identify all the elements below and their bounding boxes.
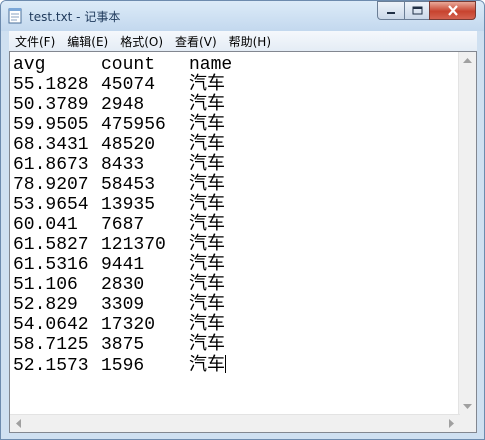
maximize-button[interactable] xyxy=(404,1,430,20)
count-value: 58453 xyxy=(101,175,156,195)
name-value: 汽车 xyxy=(189,315,225,335)
avg-value: 54.0642 xyxy=(13,315,89,335)
header-line: avg count name xyxy=(13,55,460,75)
name-value: 汽车 xyxy=(189,275,225,295)
name-value: 汽车 xyxy=(189,115,225,135)
count-value: 45074 xyxy=(101,75,156,95)
menu-file[interactable]: 文件(F) xyxy=(9,33,61,50)
avg-value: 61.5827 xyxy=(13,235,89,255)
count-value: 2830 xyxy=(101,275,145,295)
maximize-icon xyxy=(412,6,422,15)
text-line: 53.9654 13935 汽车 xyxy=(13,195,460,215)
name-value: 汽车 xyxy=(189,255,225,275)
scroll-up-arrow-icon[interactable] xyxy=(463,58,472,64)
scrollbar-corner xyxy=(459,415,476,432)
count-value: 3309 xyxy=(101,295,145,315)
text-lines: 55.1828 45074 汽车 50.3789 2948 汽车 59.9505 475956… xyxy=(13,75,460,376)
avg-value: 55.1828 xyxy=(13,75,89,95)
name-value: 汽车 xyxy=(189,75,225,95)
count-value: 13935 xyxy=(101,195,156,215)
text-line: 78.9207 58453 汽车 xyxy=(13,175,460,195)
text-line: 61.8673 8433 汽车 xyxy=(13,155,460,175)
count-value: 3875 xyxy=(101,335,145,355)
text-line: 55.1828 45074 汽车 xyxy=(13,75,460,95)
name-value: 汽车 xyxy=(189,335,225,355)
name-value: 汽车 xyxy=(189,135,225,155)
count-value: 48520 xyxy=(101,135,156,155)
menu-help[interactable]: 帮助(H) xyxy=(223,33,277,50)
menu-format[interactable]: 格式(O) xyxy=(114,33,169,50)
count-value: 7687 xyxy=(101,215,145,235)
close-button[interactable] xyxy=(429,1,476,20)
text-line: 61.5827 121370 汽车 xyxy=(13,235,460,255)
name-value: 汽车 xyxy=(189,356,225,376)
close-icon xyxy=(447,5,458,16)
count-value: 475956 xyxy=(101,115,166,135)
name-value: 汽车 xyxy=(189,95,225,115)
name-value: 汽车 xyxy=(189,155,225,175)
text-line: 58.7125 3875 汽车 xyxy=(13,335,460,355)
text-content[interactable]: avg count name 55.1828 45074 汽车 50.3789 2948 汽车… xyxy=(13,55,460,425)
avg-value: 59.9505 xyxy=(13,115,89,135)
text-line: 54.0642 17320 汽车 xyxy=(13,315,460,335)
notepad-icon xyxy=(8,8,22,24)
avg-value: 50.3789 xyxy=(13,95,89,115)
header-count: count xyxy=(101,55,156,75)
count-value: 2948 xyxy=(101,95,145,115)
text-line: 68.3431 48520 汽车 xyxy=(13,135,460,155)
count-value: 1596 xyxy=(101,356,145,376)
header-name: name xyxy=(189,55,233,75)
avg-value: 60.041 xyxy=(13,215,78,235)
menu-bar: 文件(F) 编辑(E) 格式(O) 查看(V) 帮助(H) xyxy=(9,31,477,51)
count-value: 8433 xyxy=(101,155,145,175)
text-line: 50.3789 2948 汽车 xyxy=(13,95,460,115)
count-value: 17320 xyxy=(101,315,156,335)
text-caret xyxy=(225,355,226,373)
menu-edit[interactable]: 编辑(E) xyxy=(61,33,114,50)
scroll-down-arrow-icon[interactable] xyxy=(463,403,472,409)
scroll-right-arrow-icon[interactable] xyxy=(448,419,454,428)
editor-area[interactable]: avg count name 55.1828 45074 汽车 50.3789 2948 汽车… xyxy=(9,51,477,433)
minimize-button[interactable] xyxy=(377,1,405,20)
count-value: 121370 xyxy=(101,235,166,255)
avg-value: 61.8673 xyxy=(13,155,89,175)
avg-value: 61.5316 xyxy=(13,255,89,275)
horizontal-scrollbar[interactable] xyxy=(10,414,460,432)
vertical-scrollbar[interactable] xyxy=(458,52,476,415)
avg-value: 51.106 xyxy=(13,275,78,295)
scroll-left-arrow-icon[interactable] xyxy=(16,419,22,428)
window-title: test.txt - 记事本 xyxy=(29,10,121,24)
name-value: 汽车 xyxy=(189,235,225,255)
header-avg: avg xyxy=(13,55,46,75)
name-value: 汽车 xyxy=(189,175,225,195)
name-value: 汽车 xyxy=(189,215,225,235)
notepad-window: test.txt - 记事本 文件(F) 编辑(E) 格式(O) 查看(V) 帮… xyxy=(0,0,485,440)
avg-value: 53.9654 xyxy=(13,195,89,215)
title-bar[interactable]: test.txt - 记事本 xyxy=(1,1,484,31)
text-line: 51.106 2830 汽车 xyxy=(13,275,460,295)
text-line: 61.5316 9441 汽车 xyxy=(13,255,460,275)
text-line: 52.829 3309 汽车 xyxy=(13,295,460,315)
avg-value: 52.829 xyxy=(13,295,78,315)
name-value: 汽车 xyxy=(189,195,225,215)
avg-value: 78.9207 xyxy=(13,175,89,195)
text-line: 60.041 7687 汽车 xyxy=(13,215,460,235)
avg-value: 68.3431 xyxy=(13,135,89,155)
text-line: 52.1573 1596 汽车 xyxy=(13,355,460,376)
count-value: 9441 xyxy=(101,255,145,275)
avg-value: 58.7125 xyxy=(13,335,89,355)
minimize-icon xyxy=(387,11,395,14)
avg-value: 52.1573 xyxy=(13,356,89,376)
text-line: 59.9505 475956 汽车 xyxy=(13,115,460,135)
menu-view[interactable]: 查看(V) xyxy=(169,33,223,50)
name-value: 汽车 xyxy=(189,295,225,315)
